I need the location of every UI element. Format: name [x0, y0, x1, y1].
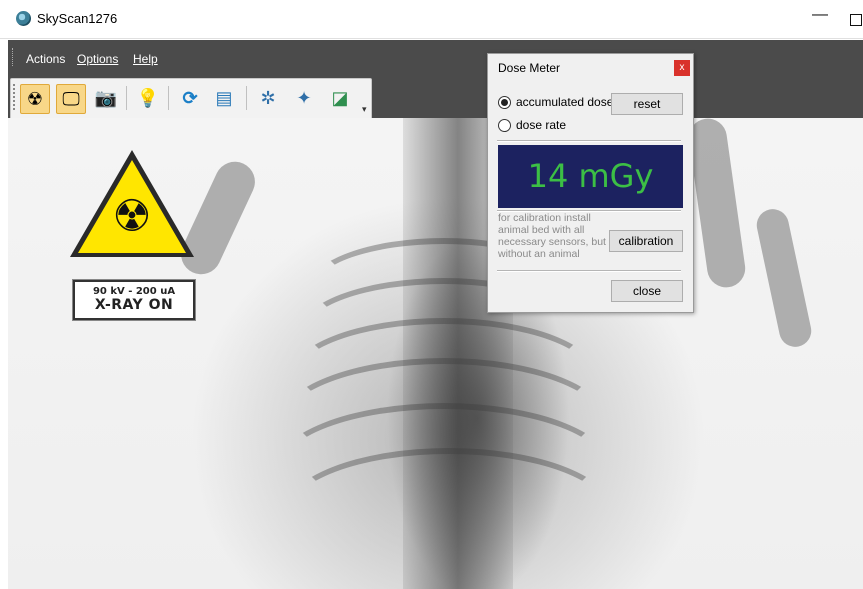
toolbar-grip[interactable] — [13, 84, 15, 110]
maximize-button[interactable] — [850, 14, 862, 26]
monitor-icon[interactable]: 🖵 — [56, 84, 86, 114]
menubar-grip[interactable] — [12, 48, 15, 66]
xray-arm-right — [686, 118, 748, 290]
toolbar-overflow-icon[interactable]: ▾ — [362, 104, 367, 115]
divider — [497, 140, 681, 142]
radio-dose-rate[interactable] — [498, 119, 511, 132]
radiation-hazard-icon: ☢ — [112, 192, 152, 241]
reset-button[interactable]: reset — [611, 93, 683, 115]
xray-forearm-right — [753, 206, 815, 350]
app-logo-icon — [16, 11, 31, 26]
radio-accumulated-dose[interactable] — [498, 96, 511, 109]
label-dose-rate: dose rate — [516, 118, 567, 132]
xray-settings-text: 90 kV - 200 uA — [92, 286, 176, 297]
camera-icon[interactable]: 📷 — [92, 84, 120, 112]
menu-options[interactable]: Options — [77, 52, 118, 66]
menu-actions[interactable]: Actions — [26, 52, 65, 66]
dose-value-display: 14 mGy — [498, 145, 683, 208]
radiation-icon[interactable]: ☢ — [20, 84, 50, 114]
xray-rib — [283, 448, 615, 580]
calibration-icon[interactable]: ◪ — [326, 84, 354, 112]
calibration-note: for calibration install animal bed with … — [498, 212, 606, 260]
toolbar-separator — [246, 86, 247, 110]
close-button[interactable]: close — [611, 280, 683, 302]
image-stack-icon[interactable]: ▤ — [210, 84, 238, 112]
toolbar-separator — [126, 86, 127, 110]
menu-help[interactable]: Help — [133, 52, 158, 66]
window-title: SkyScan1276 — [37, 11, 118, 26]
lightbulb-icon[interactable]: 💡 — [134, 84, 162, 112]
toolbar-separator — [168, 86, 169, 110]
divider — [497, 270, 681, 272]
calibration-button[interactable]: calibration — [609, 230, 683, 252]
xray-on-text: X-RAY ON — [94, 297, 174, 313]
label-accumulated-dose: accumulated dose — [516, 95, 614, 109]
dialog-close-icon[interactable]: x — [674, 60, 690, 76]
dialog-title: Dose Meter — [498, 61, 561, 75]
arrows-icon[interactable]: ✦ — [290, 84, 318, 112]
refresh-icon[interactable]: ⟳ — [176, 84, 204, 112]
fan-icon[interactable]: ✲ — [254, 84, 282, 112]
minimize-button[interactable]: — — [812, 6, 828, 24]
title-bar — [0, 0, 863, 39]
xray-status-label: 90 kV - 200 uA X-RAY ON — [73, 280, 195, 320]
